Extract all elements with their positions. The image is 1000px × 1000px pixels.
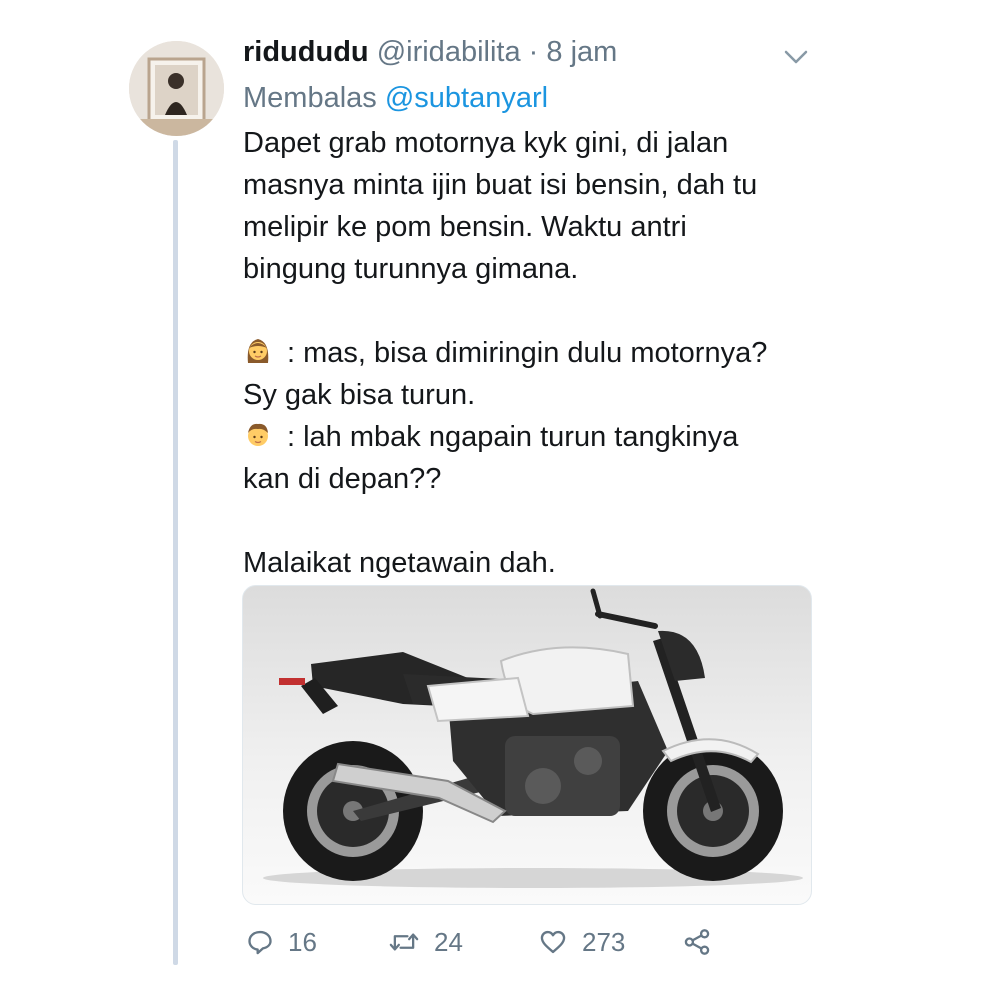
reply-icon [248,930,272,955]
share-icon [684,929,710,955]
retweet-button[interactable]: 24 [388,925,463,959]
display-name[interactable]: ridududu [243,36,369,68]
avatar-photo [129,41,224,136]
tweet-text-line: kan di depan?? [243,463,442,495]
dialogue-line-man: : lah mbak ngapain turun tangkinya [243,417,738,458]
reply-context: Membalas @subtanyarl [243,82,548,115]
retweet-icon [389,933,419,951]
dialogue-line-woman: : mas, bisa dimiringin dulu motornya? [243,333,767,374]
woman-emoji [247,339,269,363]
tweet-text-line: Malaikat ngetawain dah. [243,547,556,579]
retweet-count: 24 [434,926,463,957]
tweet-media-image[interactable] [242,585,812,905]
share-button[interactable] [682,925,726,959]
reply-prefix: Membalas [243,82,377,114]
tweet-text-line: melipir ke pom bensin. Waktu antri [243,211,687,243]
tweet-header: ridududu @iridabilita · 8 jam [243,36,617,69]
man-emoji [248,423,268,446]
motorcycle-photo [263,588,803,888]
tweet-text-line: bingung turunnya gimana. [243,253,579,285]
thread-line [173,140,178,965]
tweet-text-line: masnya minta ijin buat isi bensin, dah t… [243,169,758,201]
like-icon [540,930,566,954]
user-handle[interactable]: @iridabilita [377,36,521,68]
reply-mention-link[interactable]: @subtanyarl [385,82,548,114]
dialogue-text: : mas, bisa dimiringin dulu motornya? [287,337,768,369]
timestamp[interactable]: 8 jam [546,36,617,68]
avatar[interactable] [129,41,224,136]
like-button[interactable]: 273 [538,925,625,959]
dialogue-text: : lah mbak ngapain turun tangkinya [287,421,739,453]
reply-button[interactable]: 16 [246,925,317,959]
tweet-text-line: Dapet grab motornya kyk gini, di jalan [243,127,729,159]
tweet-text-line: Sy gak bisa turun. [243,379,476,411]
reply-count: 16 [288,926,317,957]
chevron-down-icon[interactable] [783,48,809,66]
like-count: 273 [582,926,626,957]
separator-dot: · [528,36,539,68]
